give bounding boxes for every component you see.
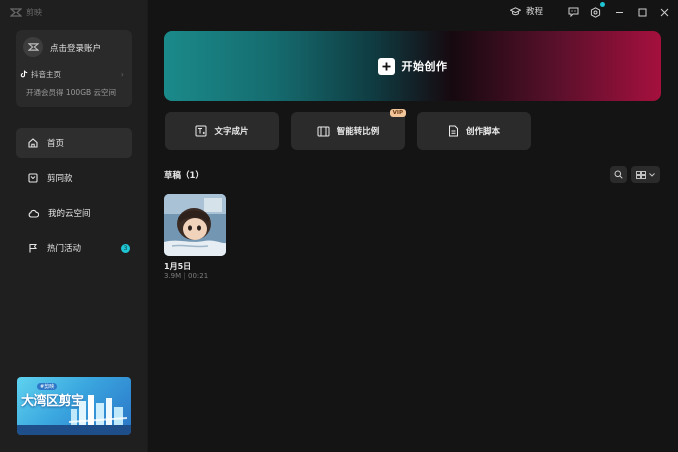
sidebar-item-label: 剪同款 xyxy=(47,174,73,184)
start-creating-label: 开始创作 xyxy=(401,60,448,73)
sidebar-item-label: 我的云空间 xyxy=(48,209,91,219)
text-to-video-icon xyxy=(195,125,207,137)
template-icon xyxy=(28,173,38,183)
start-creating-button[interactable]: 开始创作 xyxy=(164,31,661,101)
banner-base xyxy=(17,425,131,435)
sidebar-item-label: 热门活动 xyxy=(47,244,82,254)
sidebar: 剪映 点击登录账户 抖音主页 › 开通会员得 100GB 云空间 首页 剪同款 … xyxy=(0,0,148,452)
app-name: 剪映 xyxy=(26,7,42,17)
promo-banner[interactable]: #剪映 大湾区剪宝 xyxy=(17,377,131,435)
grid-view-icon xyxy=(636,170,646,179)
tutorial-button[interactable]: 教程 xyxy=(510,5,543,17)
search-icon xyxy=(614,170,623,179)
member-promo[interactable]: 开通会员得 100GB 云空间 xyxy=(26,87,116,98)
close-button[interactable] xyxy=(658,6,670,18)
minimize-button[interactable] xyxy=(613,6,625,18)
account-card[interactable]: 点击登录账户 抖音主页 › 开通会员得 100GB 云空间 xyxy=(16,30,132,107)
douyin-icon xyxy=(20,70,28,78)
search-button[interactable] xyxy=(610,166,627,183)
settings-button[interactable] xyxy=(589,2,605,18)
action-label: 文字成片 xyxy=(214,127,249,137)
sidebar-item-templates[interactable]: 剪同款 xyxy=(16,163,132,193)
script-icon xyxy=(448,125,458,137)
login-prompt[interactable]: 点击登录账户 xyxy=(50,42,101,54)
creation-script-button[interactable]: 创作脚本 xyxy=(417,112,531,150)
draft-name: 1月5日 xyxy=(164,262,192,271)
cloud-icon xyxy=(28,209,39,218)
graduation-cap-icon xyxy=(510,6,521,15)
vip-badge: VIP xyxy=(389,109,406,117)
draft-meta: 3.9M | 00:21 xyxy=(164,272,208,280)
maximize-button[interactable] xyxy=(636,6,648,18)
draft-size: 3.9M xyxy=(164,272,182,280)
capcut-avatar-icon xyxy=(27,43,39,51)
sidebar-item-home[interactable]: 首页 xyxy=(16,128,132,158)
maximize-icon xyxy=(638,8,646,16)
draft-thumbnail[interactable] xyxy=(164,194,226,256)
douyin-home-label: 抖音主页 xyxy=(31,69,61,79)
smart-aspect-ratio-button[interactable]: 智能转比例 VIP xyxy=(291,109,406,150)
aspect-ratio-icon xyxy=(317,126,330,136)
close-icon xyxy=(660,8,668,16)
drafts-title: 草稿（1） xyxy=(164,171,204,181)
action-label: 创作脚本 xyxy=(465,127,500,137)
banner-tag: #剪映 xyxy=(37,383,58,390)
events-badge: 3 xyxy=(121,244,130,253)
app-logo: 剪映 xyxy=(10,6,42,18)
tutorial-label: 教程 xyxy=(526,7,544,17)
minimize-icon xyxy=(615,11,623,13)
gear-icon xyxy=(590,6,600,18)
sidebar-item-cloud[interactable]: 我的云空间 xyxy=(16,198,132,228)
chevron-right-icon: › xyxy=(120,69,124,79)
home-icon xyxy=(28,138,38,148)
feedback-icon xyxy=(568,7,578,17)
draft-duration: 00:21 xyxy=(188,272,209,280)
plus-icon xyxy=(377,57,395,75)
sidebar-nav: 首页 剪同款 我的云空间 热门活动 3 xyxy=(16,128,132,268)
douyin-home-link[interactable]: 抖音主页 › xyxy=(20,68,128,80)
capcut-logo-icon xyxy=(10,7,22,17)
flag-icon xyxy=(29,244,37,253)
view-mode-button[interactable] xyxy=(631,166,660,183)
sidebar-item-events[interactable]: 热门活动 3 xyxy=(16,233,132,263)
sidebar-item-label: 首页 xyxy=(47,139,65,149)
city-skyline-icon xyxy=(69,395,127,425)
action-label: 智能转比例 xyxy=(336,127,380,137)
feedback-button[interactable] xyxy=(567,6,579,18)
text-to-video-button[interactable]: 文字成片 xyxy=(165,112,279,150)
avatar[interactable] xyxy=(23,37,43,57)
notification-dot xyxy=(600,2,605,7)
chevron-down-icon xyxy=(649,172,655,177)
draft-thumbnail-image xyxy=(164,194,226,256)
